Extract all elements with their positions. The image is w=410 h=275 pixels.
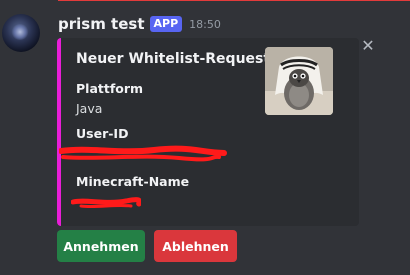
app-badge: APP [149,16,183,32]
field-name-plattform: Plattform [76,81,144,96]
accept-button[interactable]: Annehmen [57,230,145,262]
decline-button[interactable]: Ablehnen [154,230,237,262]
field-value-plattform: Java [76,101,103,116]
embed-title: Neuer Whitelist-Request [76,51,271,67]
penguin-image [265,47,333,115]
avatar[interactable] [2,14,40,52]
field-name-minecraft-name: Minecraft-Name [76,174,190,189]
field-name-user-id: User-ID [76,126,129,141]
close-icon[interactable]: ✕ [360,38,376,54]
message-header: prism test APP 18:50 [58,14,221,34]
redaction-mark-minecraft-name [71,197,141,209]
divider [0,0,410,3]
redaction-mark-user-id [59,145,227,162]
username[interactable]: prism test [58,15,145,33]
embed: Neuer Whitelist-Request Plattform Java U… [57,38,359,226]
timestamp[interactable]: 18:50 [189,18,221,31]
new-messages-line [58,0,410,1]
embed-thumbnail[interactable] [265,47,333,115]
